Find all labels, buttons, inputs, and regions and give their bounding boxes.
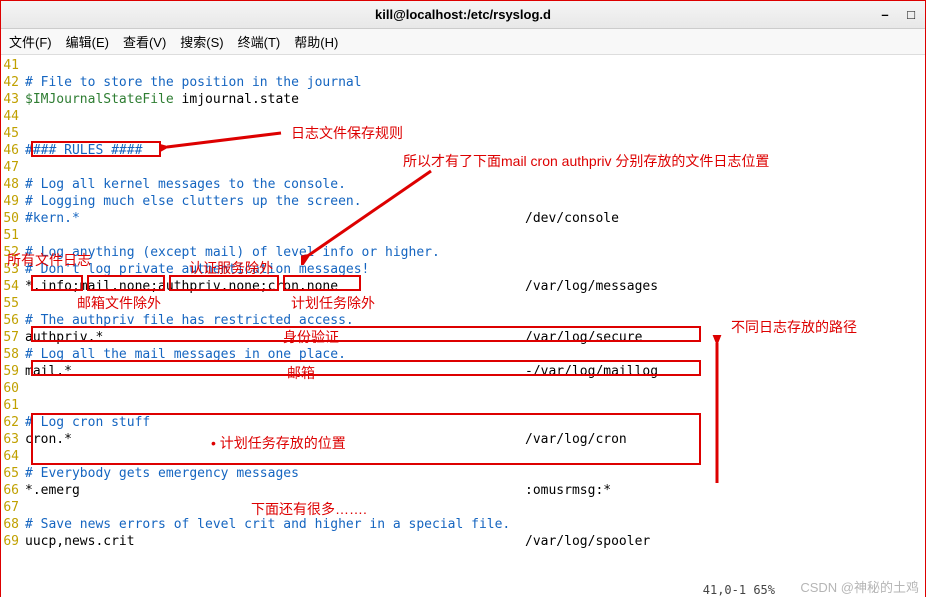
line-65: # Everybody gets emergency messages bbox=[25, 465, 925, 482]
maximize-icon[interactable]: □ bbox=[903, 7, 919, 23]
line-67 bbox=[25, 499, 925, 516]
line-57b: /var/log/secure bbox=[525, 330, 642, 345]
code-lines: 41 42# File to store the position in the… bbox=[1, 55, 925, 550]
menu-edit[interactable]: 编辑(E) bbox=[66, 32, 109, 51]
line-53: # Don't log private authentication messa… bbox=[25, 261, 925, 278]
line-56: # The authpriv file has restricted acces… bbox=[25, 312, 925, 329]
menu-help[interactable]: 帮助(H) bbox=[294, 32, 338, 51]
line-55 bbox=[25, 295, 925, 312]
line-59a: mail.* bbox=[25, 363, 525, 380]
line-66a: *.emerg bbox=[25, 482, 525, 499]
line-48: # Log all kernel messages to the console… bbox=[25, 176, 925, 193]
line-50a: #kern.* bbox=[25, 210, 525, 227]
status-bar: 41,0-1 65% bbox=[703, 583, 775, 597]
menu-terminal[interactable]: 终端(T) bbox=[238, 32, 281, 51]
line-63b: /var/log/cron bbox=[525, 432, 627, 447]
line-68: # Save news errors of level crit and hig… bbox=[25, 516, 925, 533]
line-49: # Logging much else clutters up the scre… bbox=[25, 193, 925, 210]
line-43a: $IMJournalStateFile bbox=[25, 92, 182, 107]
line-41 bbox=[25, 57, 925, 74]
line-54b: /var/log/messages bbox=[525, 279, 658, 294]
line-62: # Log cron stuff bbox=[25, 414, 925, 431]
line-66b: :omusrmsg:* bbox=[525, 483, 611, 498]
line-45 bbox=[25, 125, 925, 142]
watermark: CSDN @神秘的土鸡 bbox=[800, 577, 919, 596]
line-59b: -/var/log/maillog bbox=[525, 364, 658, 379]
line-58: # Log all the mail messages in one place… bbox=[25, 346, 925, 363]
menu-search[interactable]: 搜索(S) bbox=[180, 32, 223, 51]
menu-view[interactable]: 查看(V) bbox=[123, 32, 166, 51]
titlebar: kill@localhost:/etc/rsyslog.d – □ bbox=[1, 1, 925, 29]
line-47 bbox=[25, 159, 925, 176]
menubar: 文件(F) 编辑(E) 查看(V) 搜索(S) 终端(T) 帮助(H) bbox=[1, 29, 925, 55]
window-title: kill@localhost:/etc/rsyslog.d bbox=[375, 7, 551, 22]
line-63a: cron.* bbox=[25, 431, 525, 448]
line-60 bbox=[25, 380, 925, 397]
line-54a: *.info;mail.none;authpriv.none;cron.none bbox=[25, 278, 525, 295]
line-51 bbox=[25, 227, 925, 244]
line-61 bbox=[25, 397, 925, 414]
line-44 bbox=[25, 108, 925, 125]
line-43b: imjournal.state bbox=[182, 92, 299, 107]
line-69b: /var/log/spooler bbox=[525, 534, 650, 549]
minimize-icon[interactable]: – bbox=[877, 7, 893, 23]
line-50b: /dev/console bbox=[525, 211, 619, 226]
line-69a: uucp,news.crit bbox=[25, 533, 525, 550]
line-64 bbox=[25, 448, 925, 465]
line-52: # Log anything (except mail) of level in… bbox=[25, 244, 925, 261]
line-57a: authpriv.* bbox=[25, 329, 525, 346]
window-controls: – □ bbox=[877, 7, 919, 23]
menu-file[interactable]: 文件(F) bbox=[9, 32, 52, 51]
editor-area[interactable]: 41 42# File to store the position in the… bbox=[1, 55, 925, 598]
line-46: #### RULES #### bbox=[25, 142, 925, 159]
line-42: # File to store the position in the jour… bbox=[25, 74, 925, 91]
